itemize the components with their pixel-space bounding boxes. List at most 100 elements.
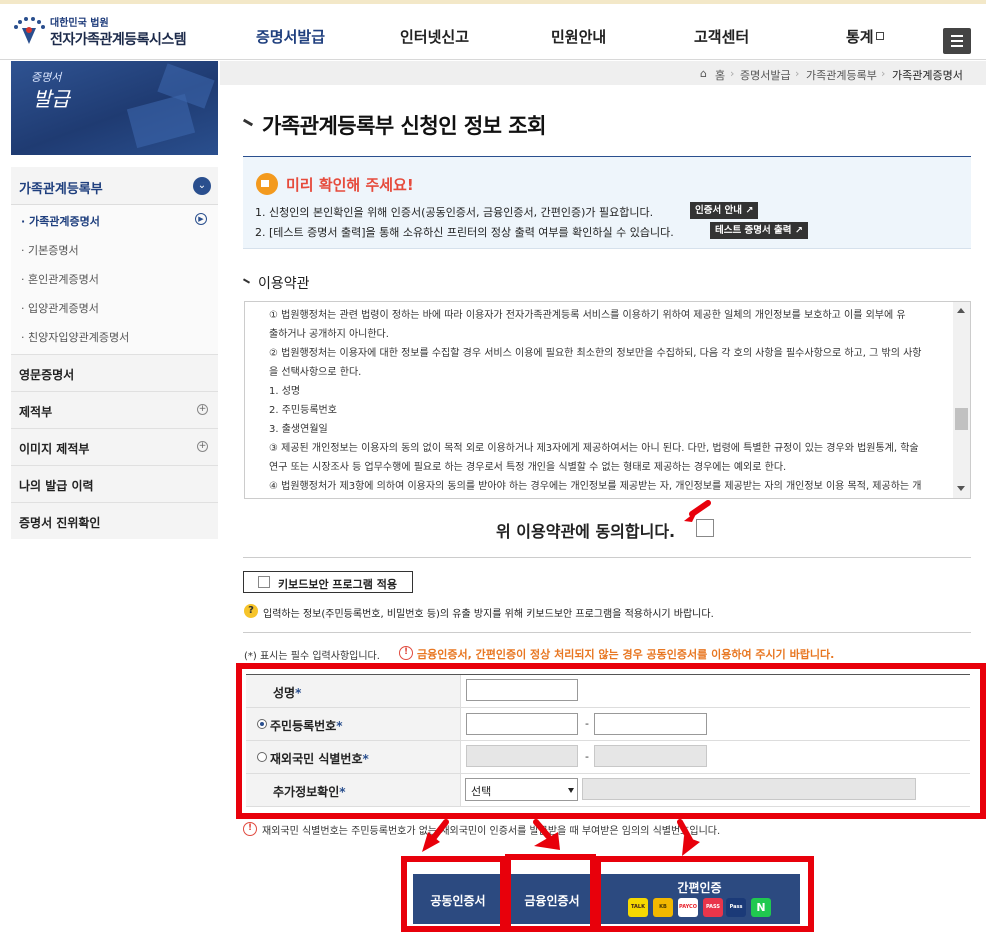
plus-icon: + [197, 441, 208, 452]
cert-guide-button[interactable]: 인증서 안내 ↗ [690, 202, 759, 219]
sidebar-item-adoption-cert[interactable]: · 입양관계증명서 [11, 292, 218, 321]
notice-box: 미리 확인해 주세요! 1. 신청인의 본인확인을 위해 인증서(공동인증서, … [243, 156, 971, 249]
financial-cert-highlight-box [505, 854, 596, 932]
terms-line: ④ 법원행정처가 제3항에 의하여 이용자의 동의를 받아야 하는 경우에는 개… [269, 481, 922, 492]
terms-line: 출하거나 공개하지 아니한다. [269, 329, 389, 340]
sidebar-item-verify[interactable]: 증명서 진위확인 [11, 502, 218, 539]
nav-customer-center[interactable]: 고객센터 [694, 26, 749, 47]
simple-auth-highlight-box [595, 856, 814, 932]
sidebar-item-english-cert[interactable]: 영문증명서 [11, 354, 218, 391]
terms-scrollbar[interactable] [953, 302, 970, 498]
sidebar-item-label: 영문증명서 [19, 368, 75, 382]
terms-title: 이용약관 [258, 276, 310, 292]
title-marker [242, 118, 254, 127]
nav-internet-report[interactable]: 인터넷신고 [400, 26, 469, 47]
breadcrumb-certificate[interactable]: 증명서발급 [740, 67, 791, 83]
red-arrow-icon [677, 819, 700, 856]
terms-content: ① 법원행정처는 관련 법령이 정하는 바에 따라 이용자가 전자가족관계등록 … [269, 306, 955, 496]
warning-text: 금융인증서, 간편인증이 정상 처리되지 않는 경우 공동인증서를 이용하여 주… [417, 648, 835, 661]
sidebar-item-label: 제적부 [19, 405, 53, 419]
logo-subtitle: 대한민국 법원 [50, 18, 109, 29]
terms-line: ① 법원행정처는 관련 법령이 정하는 바에 따라 이용자가 전자가족관계등록 … [269, 310, 906, 321]
keyboard-security-button[interactable]: 키보드보안 프로그램 적용 [243, 571, 413, 593]
breadcrumb-family-register[interactable]: 가족관계등록부 [806, 67, 877, 83]
external-link-icon: ↗ [745, 205, 754, 216]
site-header: 대한민국 법원 전자가족관계등록시스템 증명서발급 인터넷신고 민원안내 고객센… [0, 4, 986, 60]
terms-line: 2. 주민등록번호 [269, 405, 337, 416]
keyboard-security-checkbox[interactable] [258, 576, 270, 588]
section-marker [242, 278, 251, 284]
nav-statistics-label: 통계 [846, 28, 874, 46]
scroll-thumb[interactable] [955, 408, 968, 430]
sidebar-item-basic-cert[interactable]: · 기본증명서 [11, 234, 218, 263]
logo-title: 전자가족관계등록시스템 [50, 32, 187, 48]
nav-statistics[interactable]: 통계 [846, 26, 884, 47]
sidebar-item-my-history[interactable]: 나의 발급 이력 [11, 465, 218, 502]
arrow-right-icon: ▶ [195, 213, 207, 225]
terms-line: ② 법원행정처는 이용자에 대한 정보를 수집할 경우 서비스 이용에 필요한 … [269, 348, 922, 359]
terms-line: 1. 성명 [269, 386, 301, 397]
sidebar-sub-label: 기본증명서 [28, 244, 79, 257]
scroll-down-icon[interactable] [957, 486, 965, 491]
nav-certificate[interactable]: 증명서발급 [256, 26, 325, 47]
scroll-up-icon[interactable] [957, 308, 965, 313]
home-icon[interactable]: ⌂ [700, 67, 707, 80]
sidebar-sub-label: 혼인관계증명서 [28, 273, 99, 286]
keyboard-note: 입력하는 정보(주민등록번호, 비밀번호 등)의 유출 방지를 위해 키보드보안… [263, 609, 714, 620]
foreign-id-note: 재외국민 식별번호는 주민등록번호가 없는 재외국민이 인증서를 발급받을 때 … [262, 826, 721, 837]
sidebar-item-marriage-cert[interactable]: · 혼인관계증명서 [11, 263, 218, 292]
cert-guide-label: 인증서 안내 [695, 205, 743, 216]
red-arrow-icon [533, 819, 560, 850]
warning-icon: ! [243, 822, 257, 836]
terms-line: 연구 또는 시장조사 등 업무수행에 필요로 하는 경우로서 특정 개인을 식별… [269, 462, 787, 473]
required-note: (*) 표시는 필수 입력사항입니다. [244, 651, 380, 662]
menu-button[interactable] [943, 28, 971, 54]
sidebar-item-image-removal-register[interactable]: 이미지 제적부 + [11, 428, 218, 465]
breadcrumb-home[interactable]: 홈 [715, 67, 725, 83]
terms-line: 3. 출생연월일 [269, 424, 328, 435]
sidebar-head-label: 가족관계등록부 [19, 182, 103, 197]
sidebar-item-label: 증명서 진위확인 [19, 516, 101, 530]
court-emblem-icon [14, 17, 45, 44]
sidebar-item-full-adoption-cert[interactable]: · 친양자입양관계증명서 [11, 321, 218, 354]
side-navigation: 가족관계등록부 ⌄ · 가족관계증명서 ▶ · 기본증명서 · 혼인관계증명서 … [11, 167, 218, 539]
sidebar-item-label: 나의 발급 이력 [19, 479, 94, 493]
warning-icon: ! [399, 646, 413, 660]
hamburger-icon [951, 35, 963, 37]
chevron-down-icon: ⌄ [193, 177, 211, 195]
agree-label: 위 이용약관에 동의합니다. [496, 522, 676, 541]
external-link-icon [875, 32, 884, 40]
terms-line: ③ 제공된 개인정보는 이용자의 동의 없이 목적 외로 이용하거나 제3자에게… [269, 443, 919, 454]
red-arrow-icon [684, 500, 711, 522]
terms-box[interactable]: ① 법원행정처는 관련 법령이 정하는 바에 따라 이용자가 전자가족관계등록 … [244, 301, 971, 499]
nav-civil-guide[interactable]: 민원안내 [551, 26, 606, 47]
banner-text-main: 발급 [33, 87, 70, 111]
sidebar-family-register[interactable]: 가족관계등록부 ⌄ [11, 167, 218, 205]
terms-line: 을 선택사항으로 한다. [269, 367, 362, 378]
breadcrumb: ⌂ 홈 › 증명서발급 › 가족관계등록부 › 가족관계증명서 [220, 61, 986, 85]
sidebar-sub-label: 가족관계증명서 [29, 215, 100, 228]
sidebar-sub-label: 입양관계증명서 [28, 302, 99, 315]
notice-title: 미리 확인해 주세요! [286, 176, 414, 194]
test-print-button[interactable]: 테스트 증명서 출력 ↗ [710, 222, 808, 239]
test-print-label: 테스트 증명서 출력 [715, 225, 792, 236]
breadcrumb-current: 가족관계증명서 [892, 69, 963, 82]
sidebar-sub-label: 친양자입양관계증명서 [28, 331, 130, 344]
external-link-icon: ↗ [794, 225, 803, 236]
plus-icon: + [197, 404, 208, 415]
divider [243, 632, 971, 633]
red-arrow-icon [422, 819, 449, 852]
form-highlight-box [236, 663, 986, 819]
page-title: 가족관계등록부 신청인 정보 조회 [262, 114, 546, 138]
sidebar-item-family-relation-cert[interactable]: · 가족관계증명서 ▶ [11, 205, 218, 234]
question-icon: ? [244, 604, 258, 618]
site-logo[interactable]: 대한민국 법원 전자가족관계등록시스템 [10, 12, 200, 52]
notice-line-2: 2. [테스트 증명서 출력]을 통해 소유하신 프린터의 정상 출력 여부를 … [255, 226, 674, 239]
divider [243, 557, 971, 558]
sidebar-item-label: 이미지 제적부 [19, 442, 90, 456]
megaphone-icon [256, 173, 278, 195]
keyboard-security-label: 키보드보안 프로그램 적용 [278, 578, 397, 591]
section-banner: 증명서 발급 [11, 61, 218, 155]
sidebar-item-removal-register[interactable]: 제적부 + [11, 391, 218, 428]
notice-line-1: 1. 신청인의 본인확인을 위해 인증서(공동인증서, 금융인증서, 간편인증)… [255, 206, 654, 219]
